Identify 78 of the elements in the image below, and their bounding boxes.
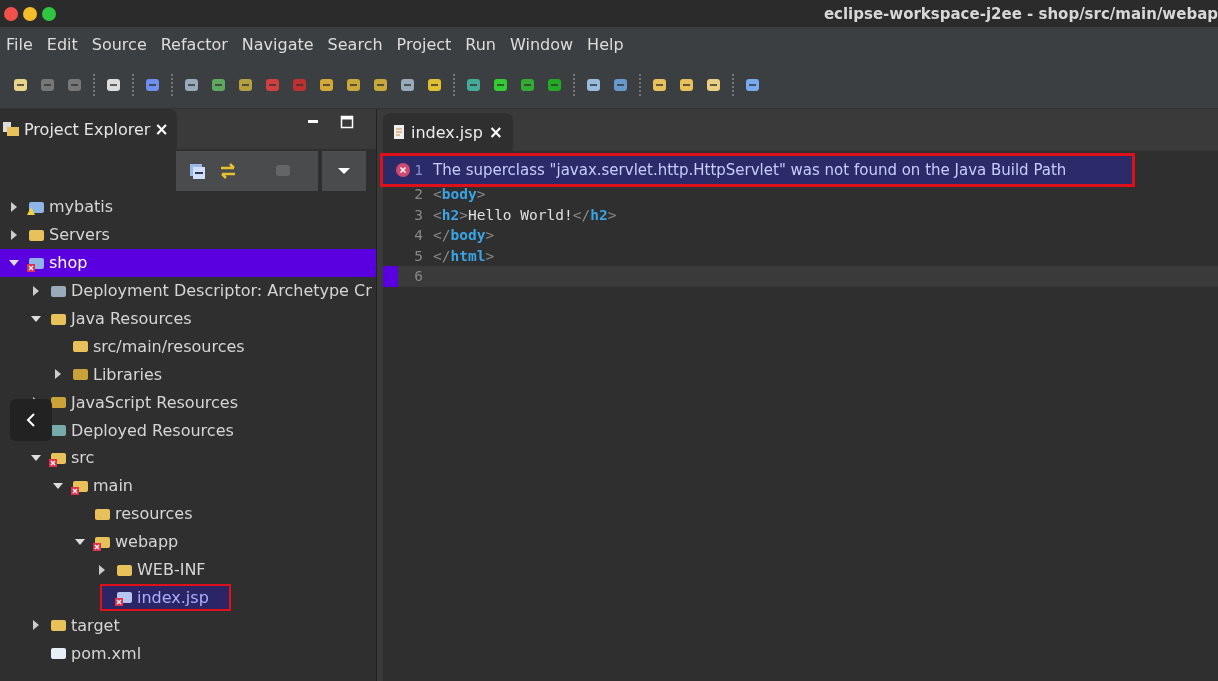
- link-arrows-icon[interactable]: [218, 162, 238, 180]
- view-tab[interactable]: Project Explorer ×: [0, 109, 177, 149]
- toolbar-icon[interactable]: [651, 76, 669, 94]
- tree-item[interactable]: pom.xml: [0, 639, 376, 668]
- toolbar-icon[interactable]: [519, 76, 537, 94]
- tree-item[interactable]: src: [0, 444, 376, 472]
- maximize-window-icon[interactable]: [42, 6, 56, 21]
- maximize-icon[interactable]: [340, 115, 354, 129]
- menu-item[interactable]: File: [0, 35, 39, 54]
- line-number: 1: [414, 162, 423, 178]
- tree-item[interactable]: Deployment Descriptor: Archetype Cr: [0, 276, 376, 305]
- menu-item[interactable]: Window: [504, 35, 580, 54]
- menu-item[interactable]: Source: [85, 35, 153, 54]
- toolbar-icon[interactable]: [372, 76, 390, 94]
- menu-item[interactable]: Navigate: [235, 35, 320, 54]
- code-line: </body>: [432, 227, 495, 244]
- close-tab-button[interactable]: ×: [488, 122, 504, 142]
- close-window-icon[interactable]: [4, 6, 18, 21]
- tree-item[interactable]: Java Resources: [0, 304, 376, 333]
- tree-item[interactable]: index.jsp: [0, 583, 376, 612]
- toolbar-icon[interactable]: [210, 76, 228, 94]
- folder-icon: [2, 121, 20, 137]
- close-tab-button[interactable]: ×: [154, 119, 169, 139]
- toolbar-icon[interactable]: [744, 76, 762, 94]
- toolbar-icon[interactable]: [546, 76, 564, 94]
- panel-splitter[interactable]: [376, 109, 383, 681]
- tree-item[interactable]: WEB-INF: [0, 555, 376, 584]
- tree-item[interactable]: resources: [0, 499, 376, 528]
- highlight-frame: index.jsp: [100, 583, 231, 611]
- tree-item[interactable]: Libraries: [0, 360, 376, 389]
- toolbar-icon[interactable]: [318, 76, 336, 94]
- code-line: <h2>Hello World!</h2>: [432, 206, 617, 223]
- file-icon: [393, 124, 405, 140]
- menu-item[interactable]: Edit: [40, 35, 84, 54]
- tree-item[interactable]: shop: [0, 248, 376, 277]
- toolbar-icon[interactable]: [612, 76, 630, 94]
- minimize-window-icon[interactable]: [23, 6, 37, 21]
- toolbar-icon[interactable]: [399, 76, 417, 94]
- menu-item[interactable]: Run: [459, 35, 502, 54]
- toolbar-icon[interactable]: [105, 76, 123, 94]
- toolbar-icon[interactable]: [492, 76, 510, 94]
- line-number: 4: [414, 227, 423, 244]
- menu-item[interactable]: Refactor: [154, 35, 234, 54]
- back-button[interactable]: [10, 399, 52, 441]
- tree-item[interactable]: src/main/resources: [0, 332, 376, 361]
- line-number: 2: [414, 186, 423, 203]
- toolbar-icon[interactable]: [585, 76, 603, 94]
- tree-item[interactable]: main: [0, 471, 376, 500]
- menu-item[interactable]: Project: [390, 35, 458, 54]
- line-number: 3: [414, 206, 423, 223]
- menu-item[interactable]: Search: [321, 35, 389, 54]
- error-icon: [396, 163, 411, 177]
- code-line: </html>: [432, 247, 495, 264]
- toolbar-icon[interactable]: [465, 76, 483, 94]
- tree-item[interactable]: webapp: [0, 527, 376, 556]
- chevron-left-icon: [26, 412, 36, 428]
- toolbar-icon[interactable]: [144, 76, 162, 94]
- code-line: <body>: [432, 186, 486, 203]
- toolbar-icon[interactable]: [12, 76, 30, 94]
- tree-item[interactable]: Deployed Resources: [0, 416, 376, 444]
- menu-item[interactable]: Help: [581, 35, 630, 54]
- toolbar-icon[interactable]: [183, 76, 201, 94]
- collapse-all-icon[interactable]: [188, 162, 206, 180]
- toolbar-icon[interactable]: [237, 76, 255, 94]
- dropdown-icon: [338, 167, 350, 175]
- tree-item[interactable]: mybatis: [0, 193, 376, 221]
- toolbar-icon[interactable]: [426, 76, 444, 94]
- editor-tab[interactable]: index.jsp ×: [383, 113, 514, 151]
- error-message: The superclass "javax.servlet.http.HttpServlet" was not found on the Java Build Path: [432, 161, 1067, 179]
- tree-item[interactable]: Servers: [0, 220, 376, 249]
- line-number: 5: [414, 247, 423, 264]
- window-title: eclipse-workspace-j2ee - shop/src/main/webap: [823, 4, 1218, 23]
- toolbar-icon[interactable]: [705, 76, 723, 94]
- toolbar-icon[interactable]: [345, 76, 363, 94]
- tree-item[interactable]: target: [0, 611, 376, 640]
- toolbar-icon[interactable]: [678, 76, 696, 94]
- line-number: 6: [414, 268, 423, 285]
- view-menu-button[interactable]: [322, 151, 366, 191]
